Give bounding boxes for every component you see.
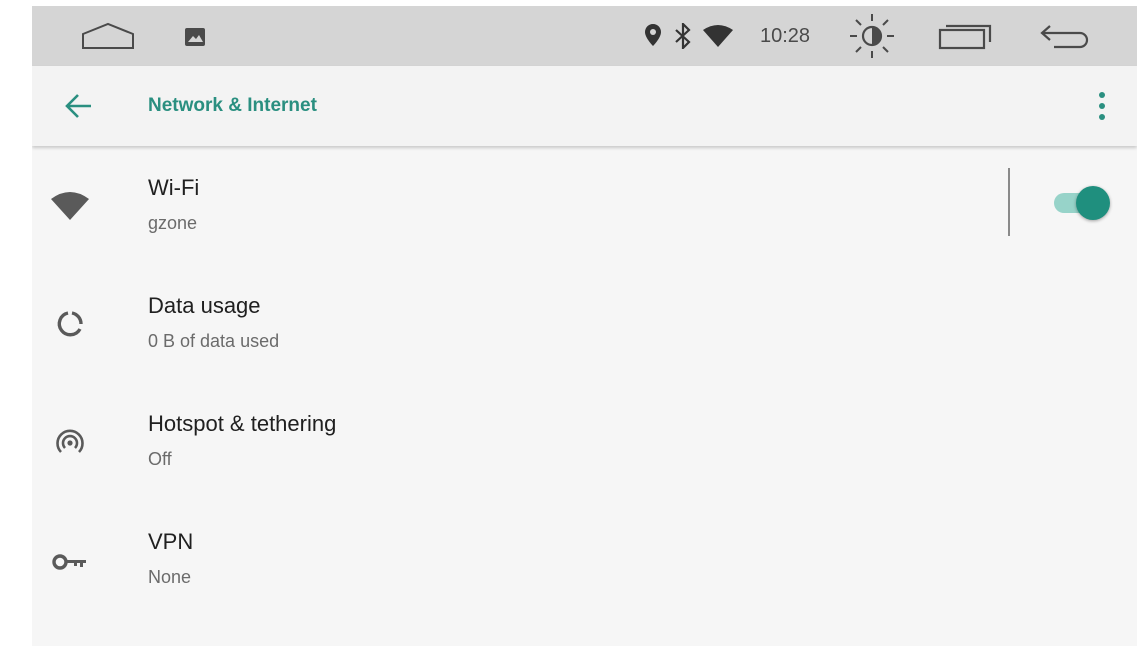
- wifi-icon: [51, 192, 89, 220]
- data-usage-icon: [57, 311, 83, 337]
- switch-thumb: [1076, 186, 1110, 220]
- item-subtitle: None: [148, 567, 192, 587]
- item-subtitle: gzone: [148, 213, 198, 233]
- location-icon: [645, 24, 661, 46]
- more-vertical-icon[interactable]: [1092, 90, 1112, 122]
- divider: [1008, 168, 1010, 236]
- back-nav-icon[interactable]: [1040, 24, 1092, 50]
- wifi-signal-icon: [703, 25, 733, 47]
- item-title: Wi-Fi: [148, 175, 200, 200]
- bluetooth-icon: [675, 23, 691, 49]
- vpn-key-icon: [52, 554, 86, 570]
- list-item-wifi[interactable]: Wi-Fi gzone: [32, 148, 1137, 266]
- recent-apps-icon[interactable]: [938, 22, 992, 50]
- app-bar: Network & Internet: [32, 66, 1137, 146]
- list-item-data-usage[interactable]: Data usage 0 B of data used: [32, 266, 1137, 384]
- wifi-toggle[interactable]: [1052, 186, 1112, 222]
- home-icon[interactable]: [80, 22, 136, 50]
- item-title: Hotspot & tethering: [148, 411, 337, 436]
- gallery-icon[interactable]: [184, 27, 206, 47]
- hotspot-icon: [56, 429, 84, 453]
- brightness-icon[interactable]: [846, 12, 898, 60]
- clock-time: 10:28: [760, 25, 811, 47]
- arrow-left-icon[interactable]: [64, 92, 94, 120]
- item-title: VPN: [148, 529, 194, 554]
- list-item-hotspot[interactable]: Hotspot & tethering Off: [32, 384, 1137, 502]
- list-item-vpn[interactable]: VPN None: [32, 502, 1137, 620]
- item-subtitle: 0 B of data used: [148, 331, 280, 351]
- page-title: Network & Internet: [148, 95, 317, 116]
- item-subtitle: Off: [148, 449, 172, 469]
- device-screen: 10:28 Network & Internet Wi-Fi gzone Dat…: [32, 6, 1137, 646]
- status-bar: 10:28: [32, 6, 1137, 66]
- item-title: Data usage: [148, 293, 261, 318]
